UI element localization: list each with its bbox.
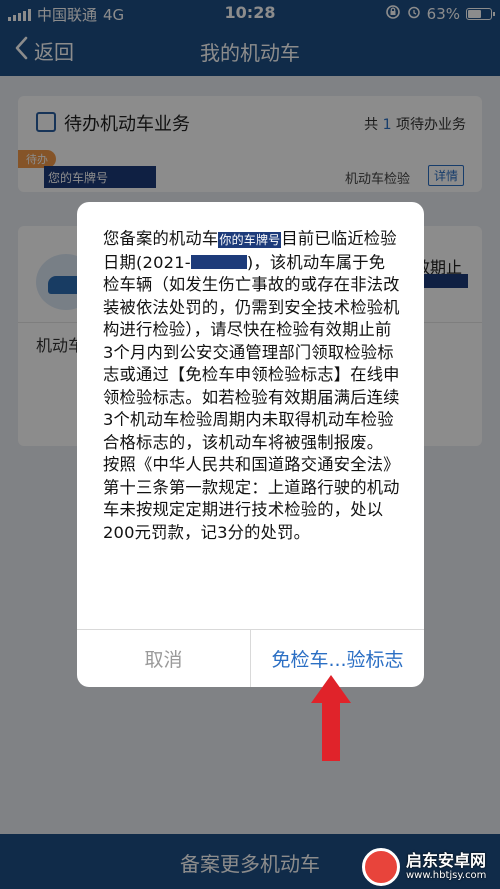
message-part-1: 您备案的机动车: [103, 229, 219, 248]
red-arrow-icon: [311, 675, 351, 761]
law-text: 按照《中华人民共和国道路交通安全法》第十三条第一款规定：上道路行驶的机动车未按规…: [103, 455, 400, 542]
plate-number-redacted: 你的车牌号: [218, 232, 282, 248]
dialog-actions: 取消 免检车...验标志: [77, 629, 424, 687]
date-redacted: [190, 254, 247, 269]
watermark-name: 启东安卓网: [406, 851, 487, 870]
dialog-message: 您备案的机动车你的车牌号目前已临近检验日期(2021-)，该机动车属于免检车辆（…: [77, 202, 424, 628]
watermark-url: www.hbtjsy.com: [406, 870, 487, 881]
watermark: 启东安卓网 www.hbtjsy.com: [362, 848, 498, 886]
watermark-logo-icon: [362, 848, 400, 886]
watermark-text: 启东安卓网 www.hbtjsy.com: [406, 853, 486, 881]
inspection-reminder-dialog: 您备案的机动车你的车牌号目前已临近检验日期(2021-)，该机动车属于免检车辆（…: [77, 202, 424, 687]
cancel-button[interactable]: 取消: [77, 630, 251, 687]
message-part-3: )，该机动车属于免检车辆（如发生伤亡事故的或存在非法改装被依法处罚的，仍需到安全…: [103, 252, 400, 452]
